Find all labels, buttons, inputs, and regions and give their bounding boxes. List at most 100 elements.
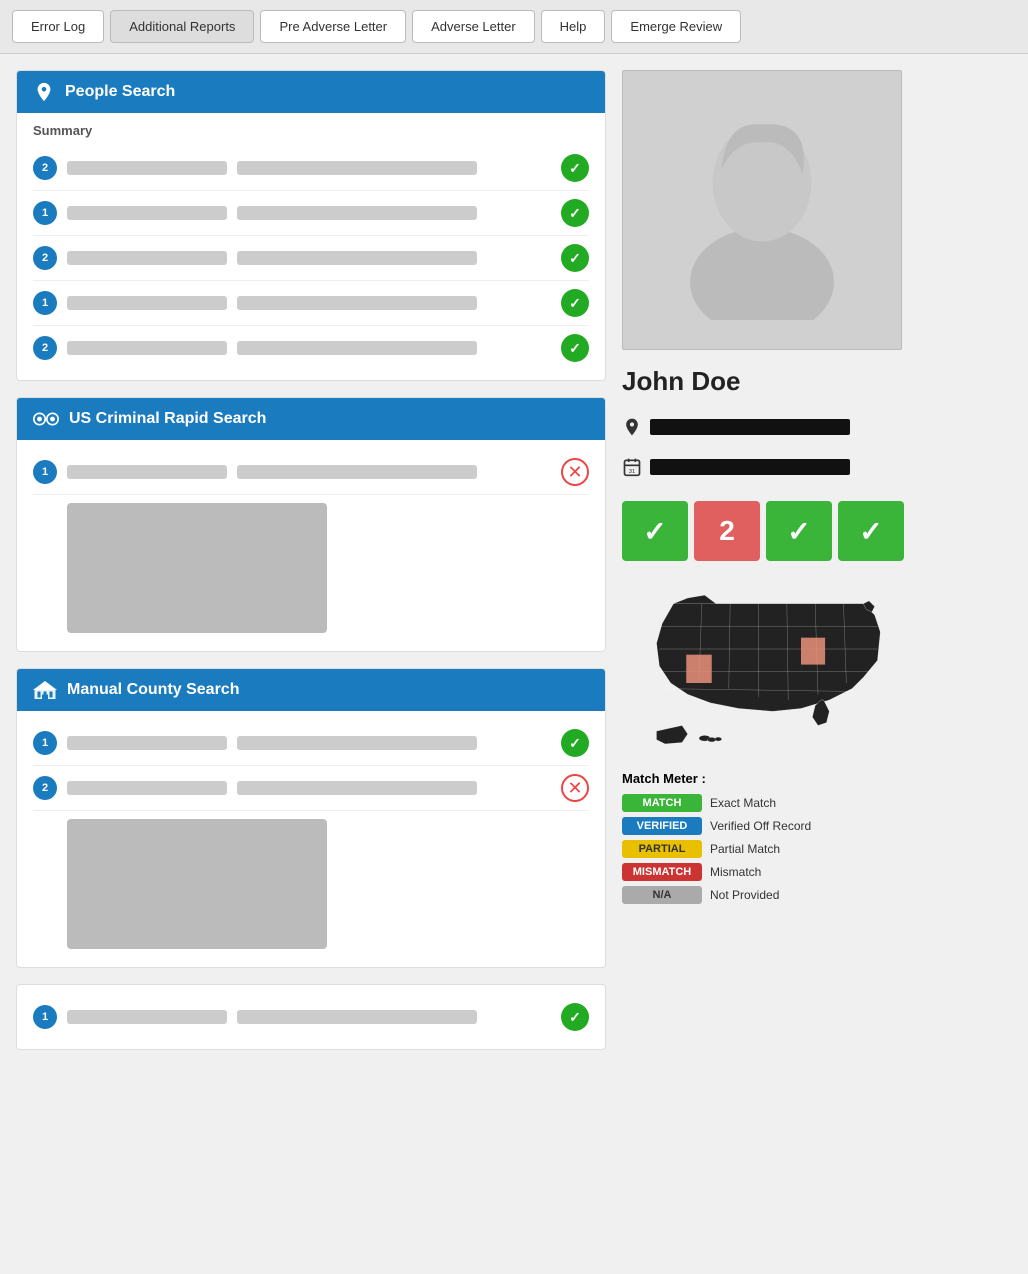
- right-panel: John Doe 31 ✓ 2 ✓ ✓: [622, 70, 1012, 1050]
- meter-label-verified: Verified Off Record: [710, 819, 811, 833]
- emerge-review-button[interactable]: Emerge Review: [611, 10, 741, 43]
- meter-tag-partial: PARTIAL: [622, 840, 702, 858]
- people-search-row-5[interactable]: 2 ✓: [33, 326, 589, 370]
- match-badge-3: ✓: [766, 501, 832, 561]
- meter-label-na: Not Provided: [710, 888, 779, 902]
- match-badge-2: 2: [694, 501, 760, 561]
- avatar-silhouette: [672, 100, 852, 320]
- svg-text:31: 31: [629, 469, 635, 475]
- extra-row-body: 1 ✓: [17, 985, 605, 1049]
- match-meter: Match Meter : MATCH Exact Match VERIFIED…: [622, 771, 1012, 909]
- meter-row-partial: PARTIAL Partial Match: [622, 840, 1012, 858]
- bar-long-3: [237, 251, 477, 265]
- badge-2b: 2: [33, 246, 57, 270]
- person-date-row: 31: [622, 457, 1012, 477]
- us-map: [622, 581, 912, 751]
- county-search-header: Manual County Search: [17, 669, 605, 711]
- person-location-row: [622, 417, 1012, 437]
- match-meter-title: Match Meter :: [622, 771, 1012, 786]
- status-green-1: ✓: [561, 154, 589, 182]
- handcuffs-icon: [33, 408, 59, 430]
- badge-2: 2: [33, 156, 57, 180]
- bar-long-5: [237, 341, 477, 355]
- location-pin-icon: [33, 81, 55, 103]
- meter-label-partial: Partial Match: [710, 842, 780, 856]
- us-map-svg: [622, 581, 912, 751]
- people-search-row-1[interactable]: 2 ✓: [33, 146, 589, 191]
- badge-1c: 1: [33, 460, 57, 484]
- criminal-search-header: US Criminal Rapid Search: [17, 398, 605, 440]
- bar-long-1: [237, 161, 477, 175]
- criminal-search-section: US Criminal Rapid Search 1 ✕: [16, 397, 606, 652]
- badge-2c: 2: [33, 336, 57, 360]
- badge-m2: 2: [33, 776, 57, 800]
- match-badges: ✓ 2 ✓ ✓: [622, 501, 1012, 561]
- date-bar: [650, 459, 850, 475]
- meter-label-mismatch: Mismatch: [710, 865, 761, 879]
- people-search-title: People Search: [65, 83, 175, 101]
- status-green-m1: ✓: [561, 729, 589, 757]
- badge-m1: 1: [33, 731, 57, 755]
- county-search-section: Manual County Search 1 ✓ 2 ✕: [16, 668, 606, 968]
- bar-long-m2: [237, 781, 477, 795]
- error-log-button[interactable]: Error Log: [12, 10, 104, 43]
- bar-long-2: [237, 206, 477, 220]
- extra-row-1[interactable]: 1 ✓: [33, 995, 589, 1039]
- match-badge-4: ✓: [838, 501, 904, 561]
- badge-1b: 1: [33, 291, 57, 315]
- county-search-body: 1 ✓ 2 ✕: [17, 711, 605, 967]
- bar-long-4: [237, 296, 477, 310]
- county-search-row-2[interactable]: 2 ✕: [33, 766, 589, 811]
- status-red-1: ✕: [561, 458, 589, 486]
- meter-row-match: MATCH Exact Match: [622, 794, 1012, 812]
- avatar-box: [622, 70, 902, 350]
- help-button[interactable]: Help: [541, 10, 606, 43]
- status-green-extra: ✓: [561, 1003, 589, 1031]
- bar-short-4: [67, 296, 227, 310]
- match-badge-1: ✓: [622, 501, 688, 561]
- meter-row-verified: VERIFIED Verified Off Record: [622, 817, 1012, 835]
- badge-1a: 1: [33, 201, 57, 225]
- people-search-section: People Search Summary 2 ✓ 1 ✓: [16, 70, 606, 381]
- status-green-3: ✓: [561, 244, 589, 272]
- left-panel: People Search Summary 2 ✓ 1 ✓: [16, 70, 606, 1050]
- county-image-placeholder: [67, 819, 327, 949]
- additional-reports-button[interactable]: Additional Reports: [110, 10, 254, 43]
- bar-short-c1: [67, 465, 227, 479]
- bar-long-extra: [237, 1010, 477, 1024]
- location-icon: [622, 417, 642, 437]
- meter-tag-match: MATCH: [622, 794, 702, 812]
- bar-long-c1: [237, 465, 477, 479]
- bar-long-m1: [237, 736, 477, 750]
- criminal-search-body: 1 ✕: [17, 440, 605, 651]
- people-search-row-2[interactable]: 1 ✓: [33, 191, 589, 236]
- criminal-image-placeholder: [67, 503, 327, 633]
- status-green-5: ✓: [561, 334, 589, 362]
- courthouse-icon: [33, 679, 57, 701]
- meter-label-match: Exact Match: [710, 796, 776, 810]
- bar-short-2: [67, 206, 227, 220]
- extra-row-section: 1 ✓: [16, 984, 606, 1050]
- people-search-row-4[interactable]: 1 ✓: [33, 281, 589, 326]
- criminal-search-row-1[interactable]: 1 ✕: [33, 450, 589, 495]
- person-name: John Doe: [622, 366, 1012, 397]
- people-search-row-3[interactable]: 2 ✓: [33, 236, 589, 281]
- main-content: People Search Summary 2 ✓ 1 ✓: [0, 54, 1028, 1066]
- bar-short-m2: [67, 781, 227, 795]
- county-search-row-1[interactable]: 1 ✓: [33, 721, 589, 766]
- status-green-4: ✓: [561, 289, 589, 317]
- meter-tag-na: N/A: [622, 886, 702, 904]
- meter-row-mismatch: MISMATCH Mismatch: [622, 863, 1012, 881]
- location-bar: [650, 419, 850, 435]
- status-red-m2: ✕: [561, 774, 589, 802]
- bar-short-m1: [67, 736, 227, 750]
- adverse-letter-button[interactable]: Adverse Letter: [412, 10, 535, 43]
- people-search-header: People Search: [17, 71, 605, 113]
- status-green-2: ✓: [561, 199, 589, 227]
- bar-short-extra: [67, 1010, 227, 1024]
- meter-tag-verified: VERIFIED: [622, 817, 702, 835]
- bar-short-5: [67, 341, 227, 355]
- pre-adverse-letter-button[interactable]: Pre Adverse Letter: [260, 10, 406, 43]
- calendar-icon: 31: [622, 457, 642, 477]
- bar-short-1: [67, 161, 227, 175]
